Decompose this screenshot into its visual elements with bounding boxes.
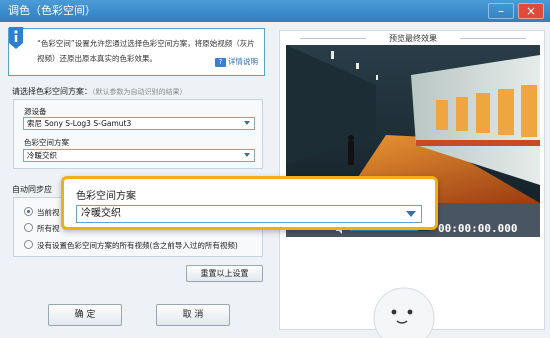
popup-scheme-select[interactable]: 冷暖交织 (76, 205, 422, 223)
minimize-button[interactable]: – (488, 3, 514, 19)
mascot-image (373, 287, 435, 338)
close-icon: × (525, 4, 537, 18)
sync-option-current: 当前视 (37, 208, 60, 217)
sync-heading: 自动同步应 (12, 185, 52, 194)
question-icon: ? (215, 58, 226, 67)
popup-scheme-value: 冷暖交织 (81, 208, 121, 219)
scheme-label: 色彩空间方案 (24, 138, 69, 147)
chevron-down-icon (244, 121, 250, 125)
chevron-down-icon (406, 211, 416, 217)
info-icon (9, 27, 23, 49)
time-current: 00:00:00.000 (438, 222, 518, 235)
divider (460, 38, 526, 39)
scheme-select[interactable]: 冷暖交织 (23, 149, 255, 162)
colorspace-heading-text: 请选择色彩空间方案： (12, 87, 92, 96)
chevron-down-icon (244, 153, 250, 157)
colorspace-hint: （默认参数为自动识别的结果） (92, 88, 187, 96)
title-bar: 调色（色彩空间） – × (0, 0, 550, 22)
ok-button[interactable]: 确 定 (48, 304, 122, 326)
reset-button[interactable]: 重置以上设置 (186, 265, 263, 282)
sync-option-unset: 没有设置色彩空间方案的所有视频(含之前导入过的所有视频) (37, 241, 238, 250)
zoom-callout: 色彩空间方案 冷暖交织 (61, 176, 438, 230)
colorspace-group: 源设备 索尼 Sony S-Log3 S-Gamut3 色彩空间方案 冷暖交织 (13, 99, 263, 169)
window-title: 调色（色彩空间） (8, 4, 96, 17)
popup-scheme-label: 色彩空间方案 (76, 191, 136, 202)
sync-radio-all[interactable] (24, 223, 33, 232)
source-device-value: 索尼 Sony S-Log3 S-Gamut3 (27, 119, 132, 128)
close-button[interactable]: × (518, 3, 544, 19)
help-label: 详情说明 (228, 57, 258, 66)
info-box: “色彩空间”设置允许您通过选择色彩空间方案，将原始视频（灰片视频）还原出原本真实… (8, 27, 265, 76)
sync-radio-current[interactable] (24, 207, 33, 216)
colorspace-heading: 请选择色彩空间方案：（默认参数为自动识别的结果） (12, 86, 187, 97)
source-label: 源设备 (24, 107, 47, 116)
minimize-icon: – (498, 4, 504, 18)
sync-option-all: 所有视 (37, 224, 60, 233)
cancel-button[interactable]: 取 消 (156, 304, 230, 326)
scheme-value: 冷暖交织 (27, 151, 57, 160)
sync-radio-unset[interactable] (24, 240, 33, 249)
source-device-select[interactable]: 索尼 Sony S-Log3 S-Gamut3 (23, 117, 255, 130)
time-total: 00:01:00.000 (438, 236, 518, 249)
help-link[interactable]: ? 详情说明 (215, 56, 258, 67)
